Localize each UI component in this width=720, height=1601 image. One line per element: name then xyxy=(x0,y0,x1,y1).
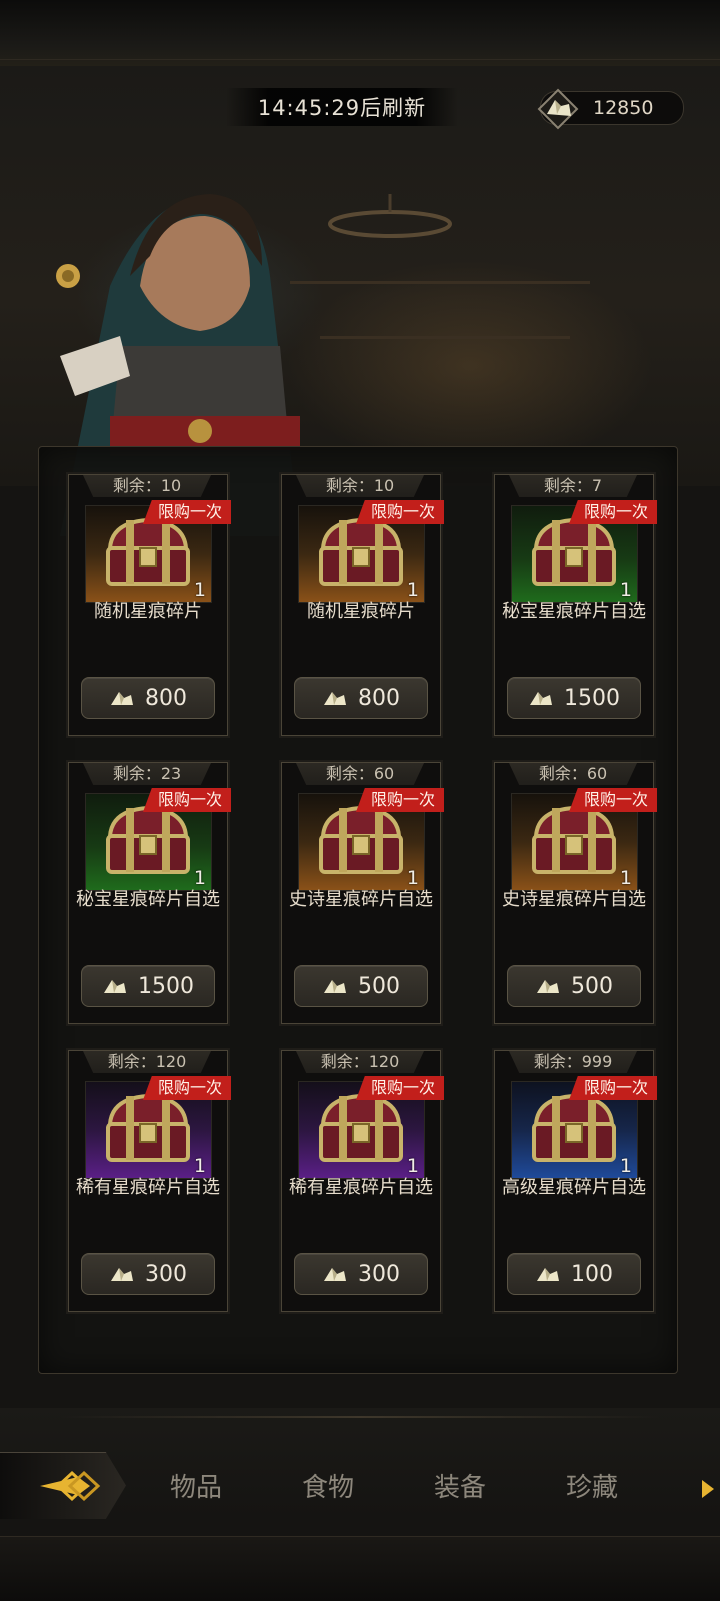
item-name: 秘宝星痕碎片自选 xyxy=(76,889,220,910)
buy-button[interactable]: 500 xyxy=(294,965,428,1007)
remaining-stock: 剩余：999 xyxy=(509,1051,637,1073)
tab-equipment[interactable]: 装备 xyxy=(410,1466,510,1510)
shop-item-card[interactable]: 剩余：7 限购一次 1 秘宝星痕碎片自选 1500 xyxy=(494,474,657,736)
item-name: 稀有星痕碎片自选 xyxy=(289,1177,433,1198)
item-name: 随机星痕碎片 xyxy=(94,601,202,622)
crystal-shard-icon xyxy=(111,692,133,705)
purchase-limit-badge: 限购一次 xyxy=(143,788,231,812)
remaining-stock: 剩余：10 xyxy=(83,475,211,497)
remaining-stock: 剩余：120 xyxy=(83,1051,211,1073)
shop-item-card[interactable]: 剩余：120 限购一次 1 稀有星痕碎片自选 300 xyxy=(281,1050,444,1312)
item-name: 随机星痕碎片 xyxy=(307,601,415,622)
merchant-scene xyxy=(0,66,720,536)
crystal-shard-icon xyxy=(537,88,579,130)
buy-button[interactable]: 300 xyxy=(81,1253,215,1295)
buy-button[interactable]: 300 xyxy=(294,1253,428,1295)
purchase-limit-badge: 限购一次 xyxy=(569,788,657,812)
refresh-timer: 14:45:29后刷新 xyxy=(226,88,458,126)
currency-display[interactable]: 12850 xyxy=(537,88,684,130)
shop-item-card[interactable]: 剩余：10 限购一次 1 随机星痕碎片 800 xyxy=(68,474,231,736)
crystal-shard-icon xyxy=(324,692,346,705)
shop-item-card[interactable]: 剩余：120 限购一次 1 稀有星痕碎片自选 300 xyxy=(68,1050,231,1312)
remaining-stock: 剩余：60 xyxy=(509,763,637,785)
purchase-limit-badge: 限购一次 xyxy=(143,500,231,524)
item-quantity: 1 xyxy=(193,867,206,889)
item-name: 史诗星痕碎片自选 xyxy=(502,889,646,910)
buy-button[interactable]: 1500 xyxy=(507,677,641,719)
purchase-limit-badge: 限购一次 xyxy=(569,1076,657,1100)
item-price: 100 xyxy=(571,1261,613,1287)
remaining-stock: 剩余：120 xyxy=(296,1051,424,1073)
purchase-limit-badge: 限购一次 xyxy=(569,500,657,524)
item-price: 800 xyxy=(145,685,187,711)
item-quantity: 1 xyxy=(619,1155,632,1177)
item-price: 300 xyxy=(145,1261,187,1287)
shop-item-card[interactable]: 剩余：10 限购一次 1 随机星痕碎片 800 xyxy=(281,474,444,736)
remaining-stock: 剩余：10 xyxy=(296,475,424,497)
buy-button[interactable]: 800 xyxy=(81,677,215,719)
item-price: 1500 xyxy=(138,973,194,999)
crystal-shard-icon xyxy=(537,980,559,993)
item-quantity: 1 xyxy=(619,579,632,601)
item-price: 800 xyxy=(358,685,400,711)
item-quantity: 1 xyxy=(193,1155,206,1177)
crystal-shard-icon xyxy=(111,1268,133,1281)
buy-button[interactable]: 500 xyxy=(507,965,641,1007)
item-quantity: 1 xyxy=(406,867,419,889)
item-quantity: 1 xyxy=(406,579,419,601)
crystal-shard-icon xyxy=(104,980,126,993)
item-quantity: 1 xyxy=(193,579,206,601)
chevron-right-icon[interactable] xyxy=(700,1478,716,1500)
tab-food[interactable]: 食物 xyxy=(278,1466,378,1510)
remaining-stock: 剩余：7 xyxy=(509,475,637,497)
remaining-stock: 剩余：60 xyxy=(296,763,424,785)
item-price: 500 xyxy=(358,973,400,999)
shelf xyxy=(290,281,590,284)
shelf xyxy=(320,336,570,339)
nav-divider xyxy=(60,1416,660,1418)
buy-button[interactable]: 1500 xyxy=(81,965,215,1007)
shop-grid: 剩余：10 限购一次 1 随机星痕碎片 800 剩余：10 限购一次 1 随机星… xyxy=(68,474,657,1312)
item-name: 高级星痕碎片自选 xyxy=(502,1177,646,1198)
item-price: 300 xyxy=(358,1261,400,1287)
crystal-shard-icon xyxy=(324,980,346,993)
bottom-frame xyxy=(0,1536,720,1601)
purchase-limit-badge: 限购一次 xyxy=(356,500,444,524)
crystal-shard-icon xyxy=(537,1268,559,1281)
item-price: 500 xyxy=(571,973,613,999)
remaining-stock: 剩余：23 xyxy=(83,763,211,785)
shop-item-card[interactable]: 剩余：999 限购一次 1 高级星痕碎片自选 100 xyxy=(494,1050,657,1312)
item-quantity: 1 xyxy=(406,1155,419,1177)
item-price: 1500 xyxy=(564,685,620,711)
tab-collection[interactable]: 珍藏 xyxy=(542,1466,642,1510)
currency-value: 12850 xyxy=(593,97,654,119)
item-quantity: 1 xyxy=(619,867,632,889)
crystal-shard-icon xyxy=(324,1268,346,1281)
item-name: 史诗星痕碎片自选 xyxy=(289,889,433,910)
tab-all-active[interactable] xyxy=(0,1452,126,1519)
item-name: 稀有星痕碎片自选 xyxy=(76,1177,220,1198)
purchase-limit-badge: 限购一次 xyxy=(356,788,444,812)
buy-button[interactable]: 100 xyxy=(507,1253,641,1295)
purchase-limit-badge: 限购一次 xyxy=(143,1076,231,1100)
shop-item-card[interactable]: 剩余：60 限购一次 1 史诗星痕碎片自选 500 xyxy=(281,762,444,1024)
shop-item-card[interactable]: 剩余：23 限购一次 1 秘宝星痕碎片自选 1500 xyxy=(68,762,231,1024)
arrow-emblem-icon xyxy=(40,1470,101,1502)
top-frame xyxy=(0,0,720,67)
hanging-lamp-icon xyxy=(328,194,452,238)
item-name: 秘宝星痕碎片自选 xyxy=(502,601,646,622)
shop-item-card[interactable]: 剩余：60 限购一次 1 史诗星痕碎片自选 500 xyxy=(494,762,657,1024)
purchase-limit-badge: 限购一次 xyxy=(356,1076,444,1100)
crystal-shard-icon xyxy=(530,692,552,705)
tab-items[interactable]: 物品 xyxy=(146,1466,246,1510)
buy-button[interactable]: 800 xyxy=(294,677,428,719)
